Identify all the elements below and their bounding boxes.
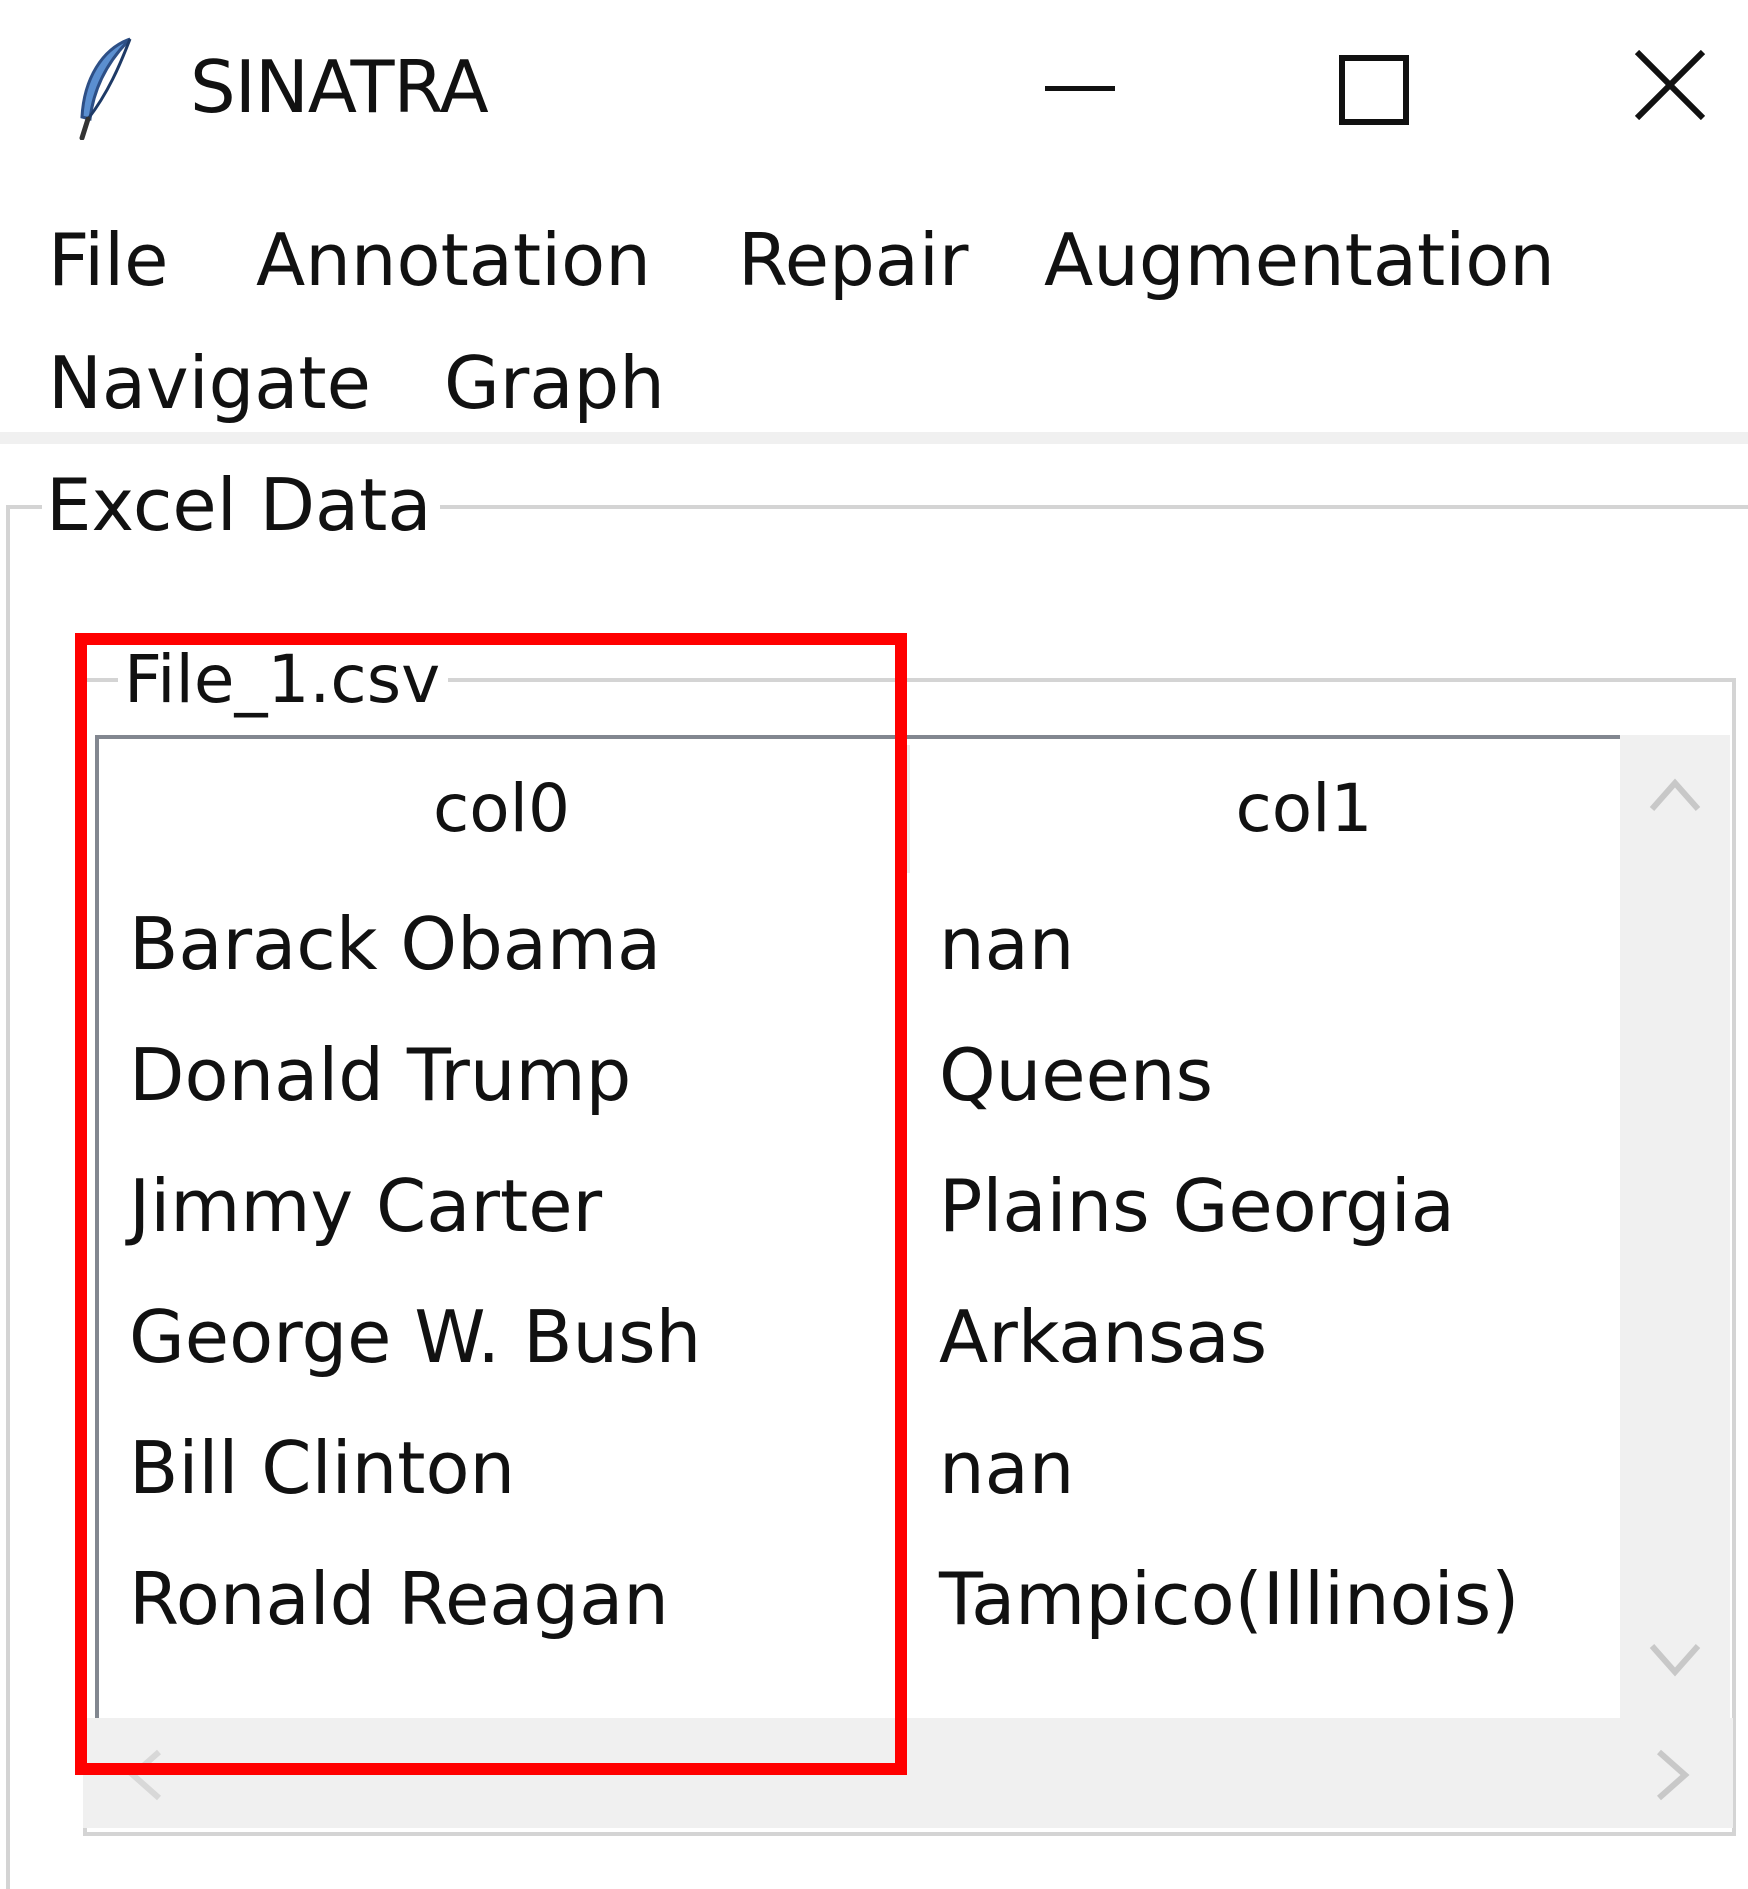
horizontal-scrollbar[interactable] xyxy=(83,1718,1733,1828)
scroll-down-icon[interactable] xyxy=(1648,1640,1702,1680)
scroll-up-icon[interactable] xyxy=(1648,775,1702,815)
column-separator[interactable] xyxy=(904,745,910,873)
scroll-right-icon[interactable] xyxy=(1653,1748,1693,1802)
minimize-icon xyxy=(1045,86,1115,91)
excel-data-label: Excel Data xyxy=(42,460,440,550)
table-cell: Ronald Reagan xyxy=(129,1557,669,1641)
column-header-col0[interactable]: col0 xyxy=(99,739,904,879)
minimize-button[interactable] xyxy=(988,0,1168,178)
close-button[interactable] xyxy=(1580,0,1748,178)
menu-repair[interactable]: Repair xyxy=(738,215,969,305)
table-cell: Arkansas xyxy=(939,1295,1268,1379)
maximize-button[interactable] xyxy=(1283,0,1463,178)
scroll-left-icon[interactable] xyxy=(125,1748,165,1802)
menu-navigate[interactable]: Navigate xyxy=(48,338,371,428)
data-table[interactable]: col0 col1 Barack Obama nan Donald Trump … xyxy=(95,735,1624,1719)
table-row[interactable]: Bill Clinton nan xyxy=(99,1403,1624,1534)
feather-icon xyxy=(70,35,140,141)
window-title: SINATRA xyxy=(190,45,489,129)
title-bar: SINATRA xyxy=(0,0,1748,178)
table-cell: Plains Georgia xyxy=(939,1164,1455,1248)
table-row[interactable]: Donald Trump Queens xyxy=(99,1010,1624,1141)
table-cell: Tampico(Illinois) xyxy=(939,1557,1520,1641)
table-cell: Barack Obama xyxy=(129,902,662,986)
table-header: col0 col1 xyxy=(99,739,1624,879)
table-cell: nan xyxy=(939,1426,1075,1510)
menu-separator xyxy=(0,432,1748,444)
menu-annotation[interactable]: Annotation xyxy=(256,215,651,305)
vertical-scrollbar[interactable] xyxy=(1620,735,1730,1720)
table-cell: Donald Trump xyxy=(129,1033,632,1117)
maximize-icon xyxy=(1339,55,1409,125)
close-icon xyxy=(1635,50,1705,120)
table-row[interactable]: Ronald Reagan Tampico(Illinois) xyxy=(99,1534,1624,1665)
table-cell: nan xyxy=(939,902,1075,986)
table-cell: Queens xyxy=(939,1033,1214,1117)
table-row[interactable]: George W. Bush Arkansas xyxy=(99,1272,1624,1403)
menu-augmentation[interactable]: Augmentation xyxy=(1044,215,1555,305)
column-header-col1[interactable]: col1 xyxy=(914,739,1694,879)
table-cell: Jimmy Carter xyxy=(129,1164,603,1248)
file-frame-label: File_1.csv xyxy=(118,638,449,722)
table-row[interactable]: Barack Obama nan xyxy=(99,879,1624,1010)
table-row[interactable]: Jimmy Carter Plains Georgia xyxy=(99,1141,1624,1272)
menu-file[interactable]: File xyxy=(48,215,168,305)
menu-graph[interactable]: Graph xyxy=(444,338,665,428)
table-cell: Bill Clinton xyxy=(129,1426,516,1510)
table-cell: George W. Bush xyxy=(129,1295,702,1379)
